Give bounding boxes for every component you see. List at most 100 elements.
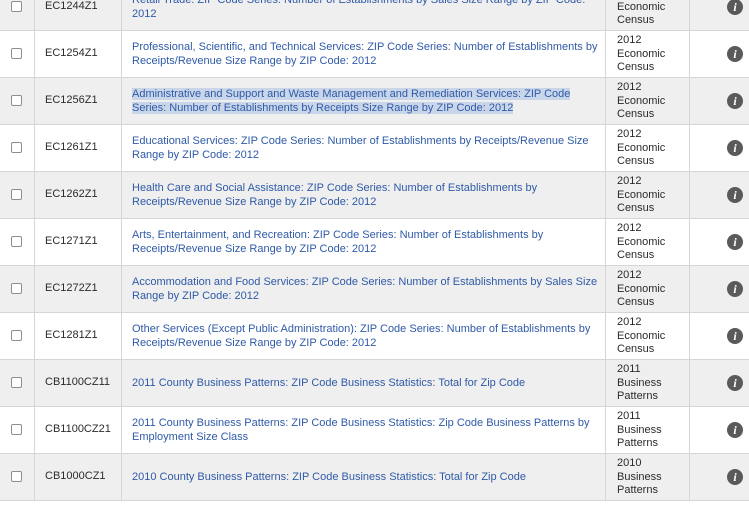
row-checkbox[interactable] bbox=[11, 424, 22, 435]
info-icon[interactable]: i bbox=[727, 281, 743, 297]
dataset-title-text: Arts, Entertainment, and Recreation: ZIP… bbox=[132, 229, 544, 255]
program-line: Economic bbox=[617, 282, 666, 295]
program-line: Business bbox=[617, 470, 662, 483]
program-line: Business bbox=[617, 376, 662, 389]
dataset-title-link[interactable]: Accommodation and Food Services: ZIP Cod… bbox=[132, 276, 602, 303]
program-line: 2011 bbox=[617, 410, 641, 422]
dataset-title-text: 2011 County Business Patterns: ZIP Code … bbox=[132, 417, 590, 443]
column-divider bbox=[121, 125, 122, 171]
table-row: EC1261Z1 Educational Services: ZIP Code S… bbox=[0, 125, 749, 172]
column-divider bbox=[689, 172, 690, 218]
column-divider bbox=[121, 266, 122, 312]
program-line: Census bbox=[617, 296, 655, 308]
dataset-title-link[interactable]: Professional, Scientific, and Technical … bbox=[132, 41, 602, 68]
program-line: Economic bbox=[617, 188, 666, 201]
dataset-title-link[interactable]: 2011 County Business Patterns: ZIP Code … bbox=[132, 377, 602, 391]
dataset-title-text: Retail Trade: ZIP Code Series: Number of… bbox=[132, 0, 586, 20]
table-row: EC1256Z1 Administrative and Support and W… bbox=[0, 78, 749, 125]
dataset-title-link[interactable]: Administrative and Support and Waste Man… bbox=[132, 88, 602, 115]
row-checkbox[interactable] bbox=[11, 189, 22, 200]
row-checkbox[interactable] bbox=[11, 48, 22, 59]
dataset-title-text: Other Services (Except Public Administra… bbox=[132, 323, 591, 349]
table-row: CB1100CZ21 2011 County Business Patterns:… bbox=[0, 407, 749, 454]
row-checkbox[interactable] bbox=[11, 283, 22, 294]
dataset-id: CB1100CZ21 bbox=[45, 423, 111, 435]
table-row: EC1262Z1 Health Care and Social Assistanc… bbox=[0, 172, 749, 219]
info-icon[interactable]: i bbox=[727, 375, 743, 391]
program-line: Patterns bbox=[617, 484, 658, 496]
column-divider bbox=[34, 31, 35, 77]
program-line: Economic bbox=[617, 329, 666, 342]
column-divider bbox=[121, 219, 122, 265]
program-line: Census bbox=[617, 202, 655, 214]
program-line: 2012 bbox=[617, 81, 642, 93]
program-cell: 2012EconomicCensus bbox=[617, 269, 677, 310]
program-cell: 2012EconomicCensus bbox=[617, 175, 677, 216]
info-icon[interactable]: i bbox=[727, 469, 743, 485]
program-line: Patterns bbox=[617, 390, 658, 402]
dataset-title-text: Educational Services: ZIP Code Series: N… bbox=[132, 135, 589, 161]
program-line: Economic bbox=[617, 47, 666, 60]
program-cell: 2012EconomicCensus bbox=[617, 81, 677, 122]
row-checkbox[interactable] bbox=[11, 330, 22, 341]
dataset-title-text: Administrative and Support and Waste Man… bbox=[132, 88, 571, 114]
program-line: 2012 bbox=[617, 222, 642, 234]
program-line: 2012 bbox=[617, 269, 642, 281]
dataset-title-text: Professional, Scientific, and Technical … bbox=[132, 41, 598, 67]
dataset-title-link[interactable]: Educational Services: ZIP Code Series: N… bbox=[132, 135, 602, 162]
program-line: 2012 bbox=[617, 175, 642, 187]
column-divider bbox=[34, 172, 35, 218]
info-icon[interactable]: i bbox=[727, 422, 743, 438]
program-cell: 2012EconomicCensus bbox=[617, 222, 677, 263]
column-divider bbox=[34, 407, 35, 453]
dataset-id: EC1261Z1 bbox=[45, 141, 98, 153]
info-icon[interactable]: i bbox=[727, 187, 743, 203]
column-divider bbox=[121, 0, 122, 30]
info-icon[interactable]: i bbox=[727, 328, 743, 344]
table-row: CB1100CZ11 2011 County Business Patterns:… bbox=[0, 360, 749, 407]
dataset-id: EC1272Z1 bbox=[45, 282, 98, 294]
table-row: CB1000CZ1 2010 County Business Patterns: … bbox=[0, 454, 749, 501]
column-divider bbox=[689, 125, 690, 171]
column-divider bbox=[689, 313, 690, 359]
program-cell: 2012EconomicCensus bbox=[617, 34, 677, 75]
dataset-title-link[interactable]: 2010 County Business Patterns: ZIP Code … bbox=[132, 471, 602, 485]
dataset-id: EC1254Z1 bbox=[45, 47, 98, 59]
info-icon[interactable]: i bbox=[727, 234, 743, 250]
column-divider bbox=[689, 266, 690, 312]
row-checkbox[interactable] bbox=[11, 95, 22, 106]
dataset-title-link[interactable]: 2011 County Business Patterns: ZIP Code … bbox=[132, 417, 602, 444]
dataset-title-text: 2011 County Business Patterns: ZIP Code … bbox=[132, 377, 526, 389]
row-checkbox[interactable] bbox=[11, 1, 22, 12]
column-divider bbox=[605, 407, 606, 453]
dataset-title-link[interactable]: Health Care and Social Assistance: ZIP C… bbox=[132, 182, 602, 209]
column-divider bbox=[605, 219, 606, 265]
program-line: 2010 bbox=[617, 457, 642, 469]
table-row: EC1254Z1 Professional, Scientific, and Te… bbox=[0, 31, 749, 78]
dataset-id: EC1262Z1 bbox=[45, 188, 98, 200]
dataset-title-text: Accommodation and Food Services: ZIP Cod… bbox=[132, 276, 598, 302]
row-checkbox[interactable] bbox=[11, 142, 22, 153]
column-divider bbox=[34, 454, 35, 500]
program-line: 2012 bbox=[617, 128, 642, 140]
table-row: EC1272Z1 Accommodation and Food Services:… bbox=[0, 266, 749, 313]
column-divider bbox=[605, 78, 606, 124]
info-icon[interactable]: i bbox=[727, 0, 743, 15]
row-checkbox[interactable] bbox=[11, 236, 22, 247]
dataset-title-link[interactable]: Retail Trade: ZIP Code Series: Number of… bbox=[132, 0, 602, 21]
column-divider bbox=[689, 0, 690, 30]
column-divider bbox=[689, 219, 690, 265]
info-icon[interactable]: i bbox=[727, 140, 743, 156]
row-checkbox[interactable] bbox=[11, 377, 22, 388]
row-checkbox[interactable] bbox=[11, 471, 22, 482]
info-icon[interactable]: i bbox=[727, 46, 743, 62]
dataset-id: EC1271Z1 bbox=[45, 235, 98, 247]
dataset-title-link[interactable]: Other Services (Except Public Administra… bbox=[132, 323, 602, 350]
program-line: Patterns bbox=[617, 437, 658, 449]
table-row: EC1271Z1 Arts, Entertainment, and Recreat… bbox=[0, 219, 749, 266]
dataset-title-link[interactable]: Arts, Entertainment, and Recreation: ZIP… bbox=[132, 229, 602, 256]
program-line: Census bbox=[617, 14, 655, 26]
info-icon[interactable]: i bbox=[727, 93, 743, 109]
program-line: Census bbox=[617, 155, 655, 167]
program-line: Census bbox=[617, 249, 655, 261]
